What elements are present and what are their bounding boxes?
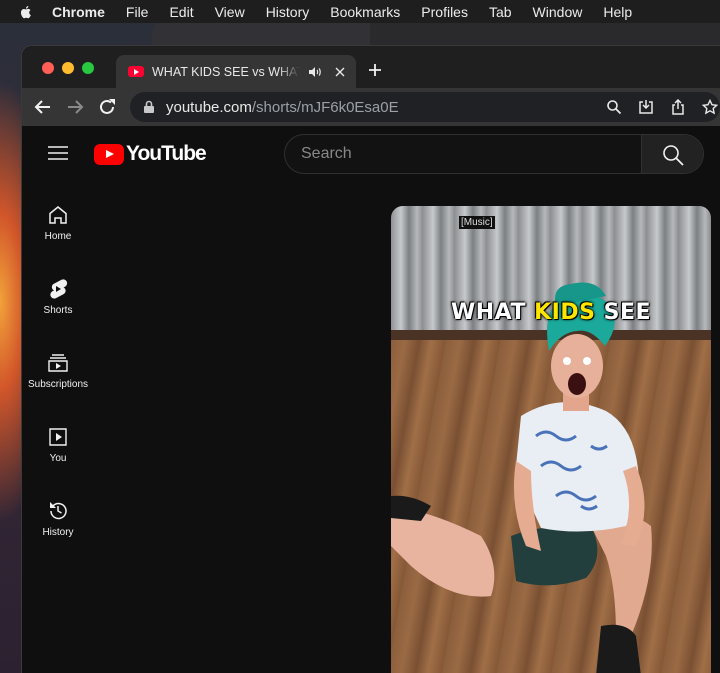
zoom-window-button[interactable] xyxy=(82,62,94,74)
menu-help[interactable]: Help xyxy=(603,4,632,20)
share-icon[interactable] xyxy=(670,99,686,115)
menu-view[interactable]: View xyxy=(215,4,245,20)
sidebar-item-shorts[interactable]: Shorts xyxy=(22,256,94,330)
search-button[interactable] xyxy=(641,135,703,173)
menu-edit[interactable]: Edit xyxy=(169,4,193,20)
sidebar-item-you[interactable]: You xyxy=(22,404,94,478)
sidebar-item-label: History xyxy=(42,527,74,538)
sidebar-item-label: You xyxy=(49,453,67,464)
sidebar-item-label: Shorts xyxy=(43,305,73,316)
youtube-favicon-icon xyxy=(128,66,144,77)
menu-chrome[interactable]: Chrome xyxy=(52,4,105,20)
menu-file[interactable]: File xyxy=(126,4,149,20)
browser-toolbar: youtube.com/shorts/mJF6k0Esa0E xyxy=(22,88,720,126)
youtube-logo-text: YouTube xyxy=(126,142,207,165)
install-app-icon[interactable] xyxy=(638,99,654,115)
video-caption: WHAT KIDS SEE xyxy=(450,300,652,325)
bookmark-star-icon[interactable] xyxy=(702,99,718,115)
shorts-video-player[interactable]: [Music] WHAT KIDS SEE xyxy=(391,206,711,673)
close-tab-icon[interactable] xyxy=(334,66,346,78)
menu-history[interactable]: History xyxy=(266,4,310,20)
tab-title: WHAT KIDS SEE vs WHAT PARENTS SEE xyxy=(152,64,300,79)
sidebar-item-subscriptions[interactable]: Subscriptions xyxy=(22,330,94,404)
close-window-button[interactable] xyxy=(42,62,54,74)
new-tab-icon[interactable] xyxy=(368,63,382,77)
sidebar-item-label: Subscriptions xyxy=(27,379,89,390)
minimize-window-button[interactable] xyxy=(62,62,74,74)
search-box xyxy=(284,134,704,174)
youtube-play-logo-icon xyxy=(94,143,124,165)
history-icon xyxy=(50,502,67,520)
menu-tab[interactable]: Tab xyxy=(489,4,512,20)
menu-bookmarks[interactable]: Bookmarks xyxy=(330,4,400,20)
sidebar-item-history[interactable]: History xyxy=(22,478,94,552)
youtube-masthead: YouTube xyxy=(22,126,720,182)
you-icon xyxy=(49,428,67,446)
macos-menubar: Chrome File Edit View History Bookmarks … xyxy=(0,0,720,23)
forward-arrow-icon[interactable] xyxy=(66,98,84,116)
video-frame-person xyxy=(391,282,652,673)
search-input[interactable] xyxy=(285,135,641,173)
tab-strip: WHAT KIDS SEE vs WHAT PARENTS SEE xyxy=(22,46,720,88)
sidebar-item-home[interactable]: Home xyxy=(22,182,94,256)
address-bar[interactable]: youtube.com/shorts/mJF6k0Esa0E xyxy=(130,92,720,122)
apple-icon[interactable] xyxy=(18,4,34,20)
audio-playing-icon[interactable] xyxy=(308,65,322,79)
search-icon xyxy=(663,145,684,166)
browser-window: WHAT KIDS SEE vs WHAT PARENTS SEE xyxy=(22,46,720,673)
sidebar-item-label: Home xyxy=(44,231,72,242)
subscriptions-icon xyxy=(48,354,68,372)
youtube-logo[interactable]: YouTube xyxy=(94,142,207,166)
music-caption: [Music] xyxy=(459,216,495,229)
menu-profiles[interactable]: Profiles xyxy=(421,4,468,20)
browser-tab-active[interactable]: WHAT KIDS SEE vs WHAT PARENTS SEE xyxy=(116,55,356,88)
hamburger-menu-icon[interactable] xyxy=(48,145,68,161)
lock-icon[interactable] xyxy=(143,100,155,114)
zoom-search-icon[interactable] xyxy=(606,99,622,115)
reload-icon[interactable] xyxy=(98,98,116,116)
home-icon xyxy=(49,206,67,224)
menu-window[interactable]: Window xyxy=(533,4,583,20)
back-arrow-icon[interactable] xyxy=(34,98,52,116)
shorts-icon xyxy=(50,279,68,299)
url-text[interactable]: youtube.com/shorts/mJF6k0Esa0E xyxy=(166,99,399,116)
